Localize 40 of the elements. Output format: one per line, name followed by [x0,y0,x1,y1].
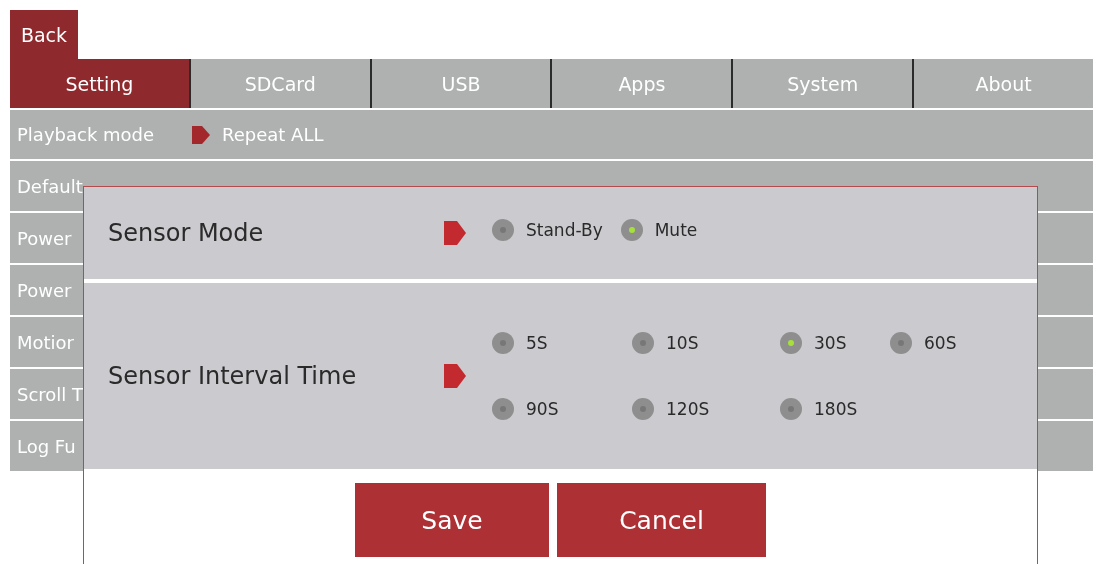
setting-label: Motior [17,331,74,353]
radio-button[interactable] [780,332,802,354]
radio-button[interactable] [492,398,514,420]
section-title: Sensor Mode [108,219,265,247]
radio-button[interactable] [492,332,514,354]
radio-button[interactable] [780,398,802,420]
dialog-button[interactable]: Cancel [557,483,766,557]
tab[interactable]: USB [369,59,551,108]
option-label: Stand-By [526,220,603,240]
option-label: 120S [666,399,710,419]
section-title: Sensor Interval Time [108,362,358,390]
option-label: 10S [666,333,699,353]
radio-button[interactable] [620,219,643,241]
back-button[interactable]: Back [10,10,78,59]
setting-value: Repeat ALL [222,124,324,145]
pointer-icon [444,221,466,245]
tab[interactable]: Setting [10,59,189,108]
radio-button[interactable] [890,332,912,354]
option-label: 5S [526,333,548,353]
setting-label: Playback mode [17,124,155,145]
setting-label: Power [17,279,72,301]
settings-row[interactable]: Playback mode Repeat ALL [10,108,1093,159]
setting-label: Log Fu [17,435,76,457]
option-label: Mute [654,220,698,240]
option-label: 30S [814,333,847,353]
pointer-icon [444,364,466,388]
setting-label: Scroll T [17,383,84,405]
option-label: 60S [924,333,957,353]
tab[interactable]: About [912,59,1093,108]
radio-button[interactable] [632,398,654,420]
option-label: 90S [526,399,559,419]
option-label: 180S [814,399,858,419]
tab[interactable]: Apps [550,59,732,108]
setting-label: Default [17,175,83,197]
setting-label: Power [17,227,72,249]
tab[interactable]: System [731,59,913,108]
dialog-button[interactable]: Save [355,483,549,557]
radio-button[interactable] [492,219,514,241]
tab[interactable]: SDCard [188,59,370,108]
radio-button[interactable] [632,332,654,354]
